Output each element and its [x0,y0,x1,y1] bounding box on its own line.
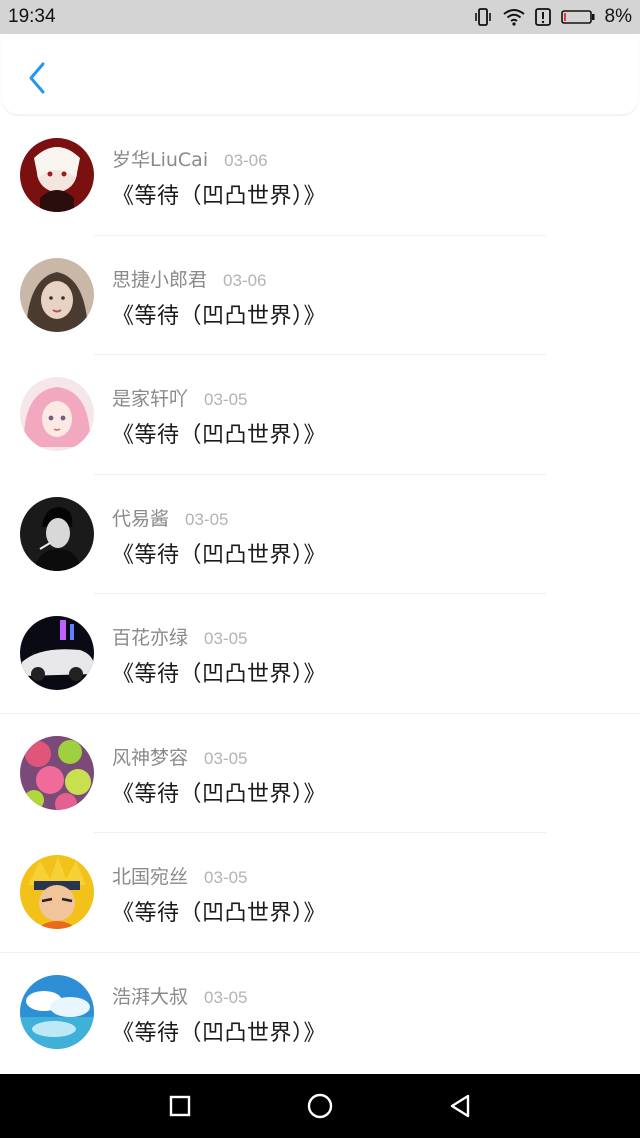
username[interactable]: 代易酱 [112,504,169,531]
list-item[interactable]: 浩湃大叔 03-05 《等待（凹凸世界）》 [0,953,640,1073]
avatar[interactable] [20,377,94,451]
home-button[interactable] [290,1076,350,1136]
screen: 19:34 8% 岁华LiuCai 03-06 《等待（凹凸世界）》 思捷小郎君… [0,0,640,1138]
avatar[interactable] [20,735,94,810]
item-meta: 思捷小郎君 03-06 [112,265,267,292]
username[interactable]: 思捷小郎君 [112,265,207,292]
song-title[interactable]: 《等待（凹凸世界）》 [112,417,326,449]
item-meta: 岁华LiuCai 03-06 [112,145,268,172]
avatar[interactable] [20,616,94,690]
item-meta: 北国宛丝 03-05 [112,862,248,889]
recents-button[interactable] [150,1076,210,1136]
item-meta: 浩湃大叔 03-05 [112,982,248,1009]
chevron-left-icon [29,62,45,94]
song-title[interactable]: 《等待（凹凸世界）》 [112,1015,326,1047]
list-item[interactable]: 岁华LiuCai 03-06 《等待（凹凸世界）》 [0,116,640,236]
username[interactable]: 百花亦绿 [112,623,188,650]
date: 03-05 [204,390,248,409]
status-time: 19:34 [8,6,56,27]
alert-icon [534,8,551,26]
avatar[interactable] [20,974,94,1049]
wifi-icon [502,8,525,26]
recents-square-icon [169,1095,191,1117]
back-nav-button[interactable] [430,1076,490,1136]
back-button[interactable] [20,58,54,98]
date: 03-05 [204,629,248,648]
avatar[interactable] [20,138,94,212]
item-meta: 百花亦绿 03-05 [112,623,248,650]
item-meta: 代易酱 03-05 [112,504,229,531]
date: 03-05 [204,987,248,1007]
song-title[interactable]: 《等待（凹凸世界）》 [112,178,326,210]
list-item[interactable]: 代易酱 03-05 《等待（凹凸世界）》 [0,475,640,594]
avatar[interactable] [20,496,94,571]
date: 03-05 [204,748,248,768]
home-circle-icon [307,1093,333,1119]
song-title[interactable]: 《等待（凹凸世界）》 [112,656,326,688]
date: 03-05 [185,509,229,529]
song-title[interactable]: 《等待（凹凸世界）》 [112,776,326,808]
battery-icon [560,9,595,25]
list-item[interactable]: 风神梦容 03-05 《等待（凹凸世界）》 [0,714,640,833]
vibrate-icon [473,8,493,26]
username[interactable]: 风神梦容 [112,743,188,770]
username[interactable]: 是家轩吖 [112,384,188,411]
back-triangle-icon [450,1094,470,1118]
status-bar: 19:34 8% [0,0,640,34]
song-title[interactable]: 《等待（凹凸世界）》 [112,298,326,330]
list-item[interactable]: 百花亦绿 03-05 《等待（凹凸世界）》 [0,594,640,714]
item-meta: 风神梦容 03-05 [112,743,248,770]
item-meta: 是家轩吖 03-05 [112,384,248,411]
date: 03-06 [224,151,268,170]
avatar[interactable] [20,855,94,929]
status-icons: 8% [473,6,632,28]
list-item[interactable]: 思捷小郎君 03-06 《等待（凹凸世界）》 [0,236,640,355]
list-item[interactable]: 是家轩吖 03-05 《等待（凹凸世界）》 [0,355,640,475]
username[interactable]: 北国宛丝 [112,862,188,889]
date: 03-06 [223,270,267,290]
date: 03-05 [204,868,248,887]
battery-percent: 8% [604,6,632,27]
song-title[interactable]: 《等待（凹凸世界）》 [112,895,326,927]
username[interactable]: 浩湃大叔 [112,982,188,1009]
header [2,34,638,114]
song-title[interactable]: 《等待（凹凸世界）》 [112,537,326,569]
list-item[interactable]: 北国宛丝 03-05 《等待（凹凸世界）》 [0,833,640,953]
comment-list: 岁华LiuCai 03-06 《等待（凹凸世界）》 思捷小郎君 03-06 《等… [0,116,640,1072]
username[interactable]: 岁华LiuCai [112,145,208,172]
navigation-bar [0,1074,640,1138]
avatar[interactable] [20,257,94,332]
